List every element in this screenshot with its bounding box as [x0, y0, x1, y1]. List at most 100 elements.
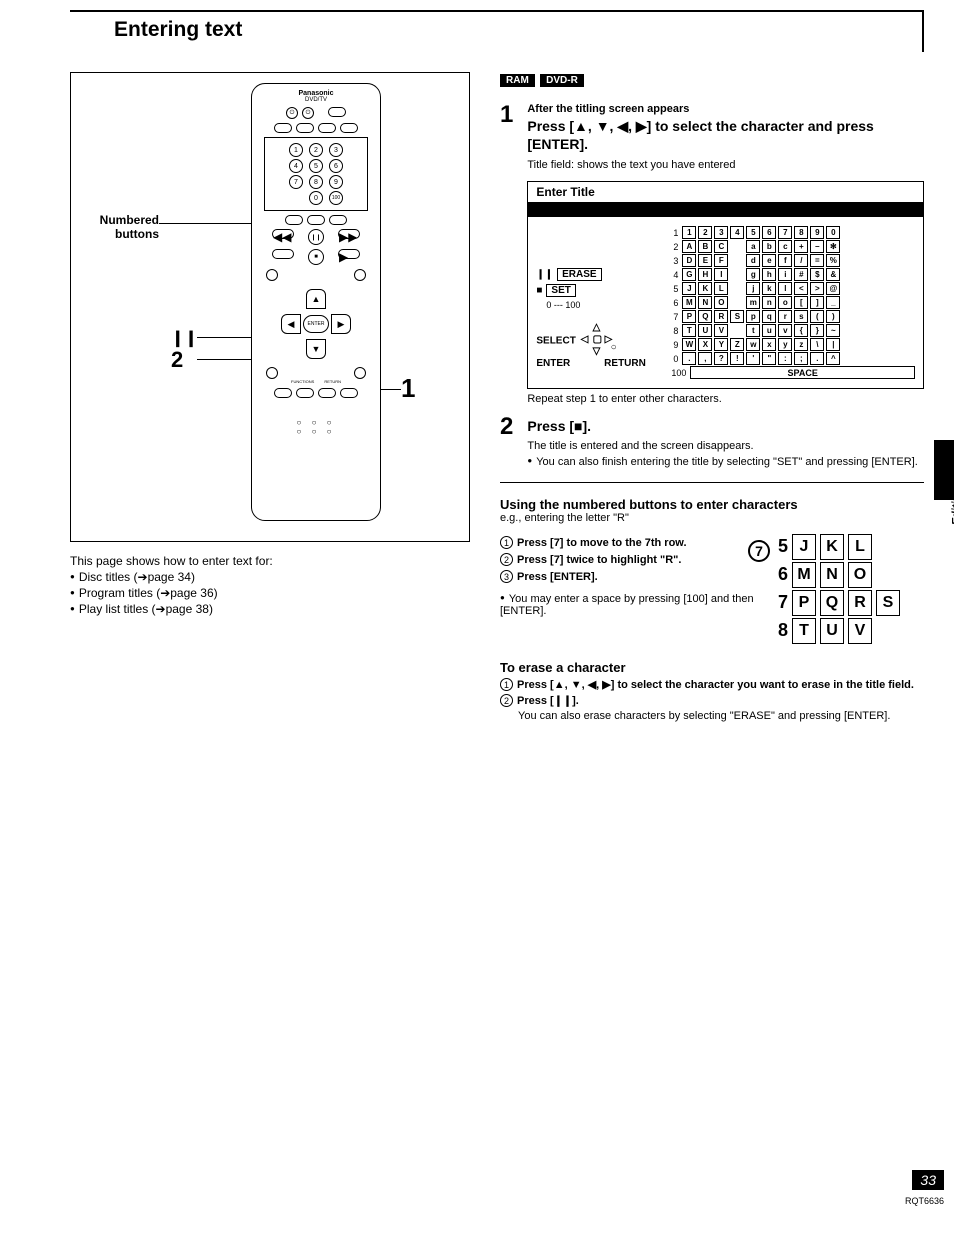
- enter-label: ENTER: [536, 358, 570, 369]
- char-cell: K: [698, 282, 712, 295]
- char-cell: O: [714, 296, 728, 309]
- char-cell: L: [714, 282, 728, 295]
- char-cell: ✻: [826, 240, 840, 253]
- using-grid: 7 5JKL6MNO7PQRS8TUV: [774, 532, 924, 646]
- right-column: RAM DVD-R 1 After the titling screen app…: [500, 72, 924, 725]
- char-cell: 9: [810, 226, 824, 239]
- using-numbered-section: Using the numbered buttons to enter char…: [500, 497, 924, 646]
- step-2-num: 2: [500, 415, 513, 467]
- using-cell: O: [848, 562, 872, 588]
- char-cell: s: [794, 310, 808, 323]
- side-label: Editing: [950, 488, 954, 525]
- using-cell: P: [792, 590, 816, 616]
- step-1-intro: After the titling screen appears: [527, 103, 924, 115]
- char-cell: 0: [826, 226, 840, 239]
- char-cell: ": [762, 352, 776, 365]
- left-intro-block: This page shows how to enter text for: D…: [70, 554, 470, 616]
- using-cell: U: [820, 618, 844, 644]
- left-bullet-1: Disc titles (➔page 34): [70, 570, 470, 584]
- char-cell: d: [746, 254, 760, 267]
- using-title: Using the numbered buttons to enter char…: [500, 497, 924, 512]
- char-cell: M: [682, 296, 696, 309]
- left-bullet-2: Program titles (➔page 36): [70, 586, 470, 600]
- callout-label-2: 2: [171, 347, 183, 373]
- remote-diagram: Numbered buttons ❙❙ 2 1 Panasonic DVD/TV…: [70, 72, 470, 542]
- remote-outline: Panasonic DVD/TV ⏻⏻ 123 456 789 0100 ◀◀❙…: [251, 83, 381, 521]
- dpad: ▲▼◀▶ ENTER: [281, 289, 351, 359]
- callout-label-1: 1: [401, 373, 415, 404]
- char-cell: ?: [714, 352, 728, 365]
- char-cell: C: [714, 240, 728, 253]
- badge-ram: RAM: [500, 74, 535, 87]
- select-label: SELECT: [536, 336, 575, 347]
- char-cell: h: [762, 268, 776, 281]
- return-label: RETURN: [604, 358, 646, 369]
- char-cell: u: [762, 324, 776, 337]
- char-cell: $: [810, 268, 824, 281]
- char-cell: J: [682, 282, 696, 295]
- erase-note: You can also erase characters by selecti…: [518, 710, 924, 722]
- char-cell: N: [698, 296, 712, 309]
- char-cell: U: [698, 324, 712, 337]
- char-cell: g: [746, 268, 760, 281]
- using-cell: Q: [820, 590, 844, 616]
- char-cell: o: [778, 296, 792, 309]
- char-cell: c: [778, 240, 792, 253]
- using-cell: L: [848, 534, 872, 560]
- callout-pause-icon: ❙❙: [171, 328, 198, 348]
- using-sub: e.g., entering the letter "R": [500, 512, 924, 524]
- char-cell: ;: [794, 352, 808, 365]
- remote-brand: Panasonic: [252, 90, 380, 97]
- char-cell: .: [682, 352, 696, 365]
- using-note: You may enter a space by pressing [100] …: [500, 593, 754, 617]
- set-label: ■SET: [536, 284, 656, 297]
- char-cell: z: [794, 338, 808, 351]
- char-cell: i: [778, 268, 792, 281]
- step-1-repeat: Repeat step 1 to enter other characters.: [527, 393, 924, 405]
- char-cell: 3: [714, 226, 728, 239]
- char-cell: {: [794, 324, 808, 337]
- char-cell: n: [762, 296, 776, 309]
- char-cell: v: [778, 324, 792, 337]
- left-column: Numbered buttons ❙❙ 2 1 Panasonic DVD/TV…: [70, 72, 470, 725]
- char-cell: V: [714, 324, 728, 337]
- char-cell: !: [730, 352, 744, 365]
- char-cell: \: [810, 338, 824, 351]
- step-2: 2 Press [■]. The title is entered and th…: [500, 415, 924, 467]
- left-bullet-3: Play list titles (➔page 38): [70, 602, 470, 616]
- char-cell: G: [682, 268, 696, 281]
- title-bar: Entering text: [70, 10, 924, 52]
- char-cell: –: [810, 240, 824, 253]
- char-cell: ): [826, 310, 840, 323]
- erase-step-2: Press [❙❙].: [517, 695, 579, 707]
- char-cell: %: [826, 254, 840, 267]
- step-1: 1 After the titling screen appears Press…: [500, 103, 924, 405]
- char-cell: 2: [698, 226, 712, 239]
- char-cell: Z: [730, 338, 744, 351]
- left-intro: This page shows how to enter text for:: [70, 554, 470, 568]
- char-cell: A: [682, 240, 696, 253]
- format-badges: RAM DVD-R: [500, 72, 924, 87]
- char-cell: t: [746, 324, 760, 337]
- char-cell: |: [826, 338, 840, 351]
- using-step-2: Press [7] twice to highlight "R".: [517, 554, 681, 566]
- char-cell: 8: [794, 226, 808, 239]
- char-cell: k: [762, 282, 776, 295]
- char-cell: _: [826, 296, 840, 309]
- char-cell: l: [778, 282, 792, 295]
- char-cell: f: [778, 254, 792, 267]
- char-cell: .: [810, 352, 824, 365]
- char-grid: 112345678902ABCabc+–✻3DEFdef/=%4GHIghi#$…: [666, 225, 915, 380]
- zero-hundred-label: 0 --- 100: [546, 300, 656, 310]
- char-cell: =: [810, 254, 824, 267]
- page-number: 33: [912, 1170, 944, 1190]
- char-cell: ,: [698, 352, 712, 365]
- char-cell: }: [810, 324, 824, 337]
- using-cell: N: [820, 562, 844, 588]
- using-step-1: Press [7] to move to the 7th row.: [517, 537, 687, 549]
- char-cell: @: [826, 282, 840, 295]
- char-cell: S: [730, 310, 744, 323]
- using-cell: K: [820, 534, 844, 560]
- char-cell: &: [826, 268, 840, 281]
- char-cell: R: [714, 310, 728, 323]
